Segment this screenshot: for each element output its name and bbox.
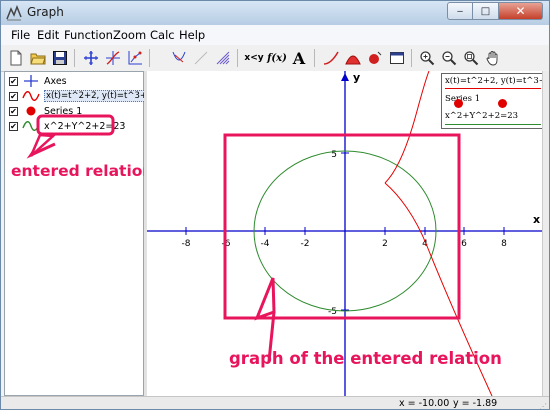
function-graph-icon bbox=[106, 51, 120, 65]
close-button[interactable]: ✕ bbox=[499, 2, 543, 20]
menu-calc[interactable]: Calc bbox=[150, 28, 175, 42]
graph-highlight-box bbox=[223, 133, 461, 320]
zoom-out-button[interactable] bbox=[439, 48, 459, 68]
fx-button[interactable]: f(x) bbox=[267, 48, 287, 68]
normal-line-icon bbox=[194, 51, 208, 65]
trend-line-icon bbox=[323, 51, 339, 65]
function-list-panel: ✔ Axes ✔ x(t)=t^2+2, y(t)=t^3+3 ✔ Series… bbox=[4, 71, 155, 396]
maximize-button[interactable]: □ bbox=[473, 2, 499, 20]
zoom-in-icon bbox=[420, 51, 435, 66]
shade-icon bbox=[216, 51, 230, 65]
y-tick-label: -5 bbox=[328, 307, 337, 317]
legend-series-dot bbox=[498, 99, 507, 108]
graph-annotation-label: graph of the entered relation bbox=[229, 349, 502, 368]
legend-relation-line bbox=[445, 124, 541, 125]
zoom-in-button[interactable] bbox=[417, 48, 437, 68]
graph-plot-area[interactable]: -8 -6 -4 -2 2 4 6 8 5 -5 x y x(t)=t^2+2,… bbox=[147, 71, 549, 396]
insert-text-button[interactable]: A bbox=[289, 48, 309, 68]
zoom-fit-button[interactable] bbox=[461, 48, 481, 68]
window-title: Graph bbox=[27, 5, 64, 19]
open-folder-icon bbox=[30, 53, 46, 65]
legend-series-dot bbox=[454, 99, 463, 108]
menu-function[interactable]: Function bbox=[64, 28, 113, 42]
zoom-out-icon bbox=[442, 51, 457, 66]
evaluate-button[interactable] bbox=[321, 48, 341, 68]
table-button[interactable] bbox=[387, 48, 407, 68]
new-button[interactable] bbox=[6, 48, 26, 68]
open-button[interactable] bbox=[28, 48, 48, 68]
x-axis-label: x bbox=[533, 213, 540, 226]
plot-legend: x(t)=t^2+2, y(t)=t^3+3 Series 1 x^2+Y^2+… bbox=[441, 73, 549, 129]
status-y-coordinate: y = -1.89 bbox=[453, 398, 498, 409]
axes-button[interactable] bbox=[81, 48, 101, 68]
axes-cross-icon bbox=[84, 51, 98, 65]
toolbar: x<y f(x) A bbox=[1, 45, 549, 72]
new-file-icon bbox=[10, 50, 22, 66]
point-analyze-icon bbox=[369, 51, 382, 64]
menu-file[interactable]: File bbox=[11, 28, 30, 42]
save-button[interactable] bbox=[50, 48, 70, 68]
tangent-button[interactable] bbox=[169, 48, 189, 68]
x-tick-label: 6 bbox=[461, 239, 467, 249]
minimize-icon: ‒ bbox=[456, 5, 464, 17]
resize-grip-icon[interactable]: ⋰ bbox=[539, 402, 547, 409]
maximize-icon: □ bbox=[480, 5, 491, 17]
close-icon: ✕ bbox=[515, 4, 526, 18]
hand-pan-icon bbox=[486, 51, 498, 66]
xy-table-button[interactable]: x<y bbox=[244, 48, 264, 68]
graph-app-icon bbox=[6, 4, 22, 21]
insert-function-button[interactable] bbox=[103, 48, 123, 68]
legend-parametric-line bbox=[445, 88, 541, 89]
x-tick-label: -2 bbox=[301, 239, 310, 249]
status-x-coordinate: x = -10.00 bbox=[399, 398, 450, 409]
zoom-fit-icon bbox=[464, 51, 479, 66]
graph-window: Graph ‒ □ ✕ File Edit Function Zoom Calc… bbox=[0, 0, 550, 410]
x-tick-label: -8 bbox=[182, 239, 191, 249]
status-bar: x = -10.00 y = -1.89 ⋰ bbox=[1, 396, 549, 409]
pan-button[interactable] bbox=[483, 48, 503, 68]
table-window-icon bbox=[390, 52, 404, 64]
x-tick-label: 8 bbox=[501, 239, 507, 249]
tangent-icon bbox=[172, 51, 186, 63]
menu-edit[interactable]: Edit bbox=[37, 28, 59, 42]
y-axis-label: y bbox=[353, 71, 360, 84]
y-arrow bbox=[341, 73, 349, 81]
x-tick-label: -4 bbox=[261, 239, 270, 249]
menu-help[interactable]: Help bbox=[179, 28, 205, 42]
entered-relation-annotation: entered relation bbox=[11, 162, 154, 180]
title-bar[interactable]: Graph ‒ □ ✕ bbox=[1, 1, 549, 25]
legend-relation-label: x^2+Y^2+2=23 bbox=[445, 111, 519, 121]
save-disk-icon bbox=[53, 51, 67, 65]
annotation-arrow bbox=[254, 277, 276, 321]
insert-series-button[interactable] bbox=[125, 48, 145, 68]
shading-button[interactable] bbox=[213, 48, 233, 68]
minimize-button[interactable]: ‒ bbox=[447, 2, 473, 20]
area-button[interactable] bbox=[343, 48, 363, 68]
menu-bar: File Edit Function Zoom Calc Help bbox=[1, 25, 549, 45]
x-tick-label: 2 bbox=[382, 239, 388, 249]
plot-scrollbar[interactable] bbox=[542, 71, 549, 396]
parametric-curve-upper bbox=[384, 71, 430, 184]
area-icon bbox=[345, 55, 361, 65]
legend-parametric-label: x(t)=t^2+2, y(t)=t^3+3 bbox=[445, 76, 550, 86]
normal-button[interactable] bbox=[191, 48, 211, 68]
point-series-icon bbox=[128, 51, 142, 65]
menu-zoom[interactable]: Zoom bbox=[113, 28, 146, 42]
analyze-button[interactable] bbox=[365, 48, 385, 68]
